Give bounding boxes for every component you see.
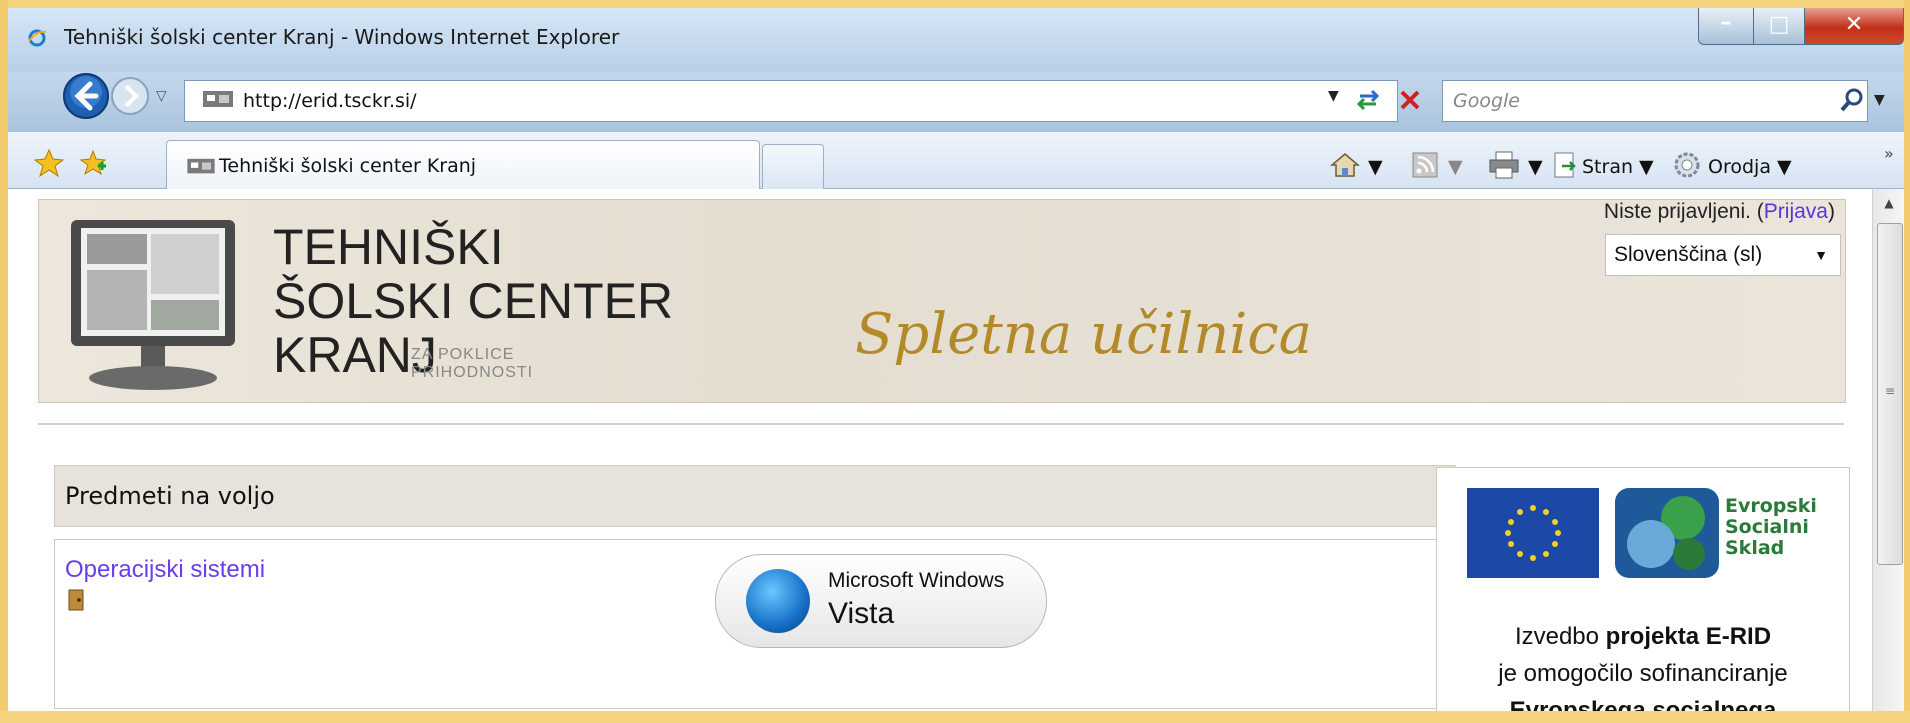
page-viewport: TEHNIŠKI ŠOLSKI CENTER KRANJ ZA POKLICE … [8,189,1872,711]
eu-flag-icon [1467,488,1599,578]
stop-icon[interactable] [1394,84,1426,116]
print-dropdown-icon[interactable]: ▼ [1528,156,1543,178]
scrollbar-thumb[interactable]: ≡ [1877,223,1903,565]
page-menu-button[interactable]: Stran ▼ [1582,156,1654,178]
login-status: Niste prijavljeni. (Prijava) [1604,200,1835,224]
feeds-icon[interactable] [1410,150,1440,180]
login-link[interactable]: Prijava [1764,200,1828,223]
funding-line-3: Evropskega socialnega [1509,697,1777,711]
ie-logo-icon [28,29,47,47]
esf-line-3: Sklad [1725,537,1785,559]
window-title: Tehniški šolski center Kranj - Windows I… [64,25,620,49]
back-button[interactable] [62,72,110,120]
logo-line-1: TEHNIŠKI [273,219,504,275]
language-selected: Slovenščina (sl) [1614,243,1763,266]
esf-line-2: Socialni [1725,516,1809,538]
tab-favicon-icon [187,158,215,174]
feeds-dropdown-icon[interactable]: ▼ [1448,156,1463,178]
funding-text: Izvedbo projekta E-RID je omogočilo sofi… [1437,618,1849,711]
courses-block-header: Predmeti na voljo [54,465,1456,527]
badge-line-2: Vista [828,597,895,630]
scrollbar-grip-icon: ≡ [1884,384,1896,398]
logo-tagline-1: ZA POKLICE [411,346,515,363]
funding-prefix: Izvedbo [1514,623,1606,650]
tab-label: Tehniški šolski center Kranj [219,155,477,177]
refresh-icon[interactable] [1352,84,1384,116]
site-title: Spletna učilnica [855,302,1312,367]
windows-vista-badge: Microsoft Windows Vista [715,554,1047,648]
print-icon[interactable] [1488,150,1520,180]
monitor-logo-image [71,220,235,390]
recent-pages-dropdown-icon[interactable]: ▽ [156,88,167,104]
address-dropdown-icon[interactable]: ▼ [1328,88,1339,104]
funding-line-2: je omogočilo sofinanciranje [1498,660,1788,687]
login-suffix: ) [1828,200,1835,223]
desktop-frame-left [0,0,8,723]
home-icon[interactable] [1330,150,1360,180]
new-tab-button[interactable] [762,144,824,189]
logo-tagline-2: PRIHODNOSTI [411,364,534,381]
tools-menu-label: Orodja [1708,156,1771,178]
vertical-scrollbar[interactable]: ▲ ≡ [1872,189,1904,711]
guest-access-icon [68,589,84,611]
site-header: TEHNIŠKI ŠOLSKI CENTER KRANJ ZA POKLICE … [38,199,1846,403]
badge-line-1: Microsoft Windows [828,569,1005,592]
favorites-star-icon[interactable] [34,148,64,178]
close-button[interactable]: ✕ [1804,8,1904,45]
close-icon: ✕ [1844,12,1864,37]
scroll-up-arrow-icon[interactable]: ▲ [1873,189,1904,217]
minimize-icon: – [1720,10,1732,35]
search-input[interactable]: Google [1442,80,1868,122]
site-favicon-icon [203,91,233,107]
funding-project-name: projekta E-RID [1605,623,1772,650]
chevron-down-icon: ▼ [1814,247,1828,263]
tab-current[interactable]: Tehniški šolski center Kranj [166,140,760,189]
forward-button[interactable] [110,76,150,116]
desktop-frame-bottom [0,711,1910,723]
page-menu-label: Stran [1582,156,1634,178]
courses-heading: Predmeti na voljo [65,482,275,510]
maximize-icon: □ [1768,12,1790,37]
more-commands-chevron-icon[interactable]: » [1884,144,1894,163]
maximize-button[interactable]: □ [1753,8,1805,45]
search-icon[interactable] [1838,86,1866,114]
esf-logo-icon [1615,488,1719,578]
desktop-frame-right [1904,0,1910,723]
logo-tagline: ZA POKLICE PRIHODNOSTI [411,346,533,382]
language-select[interactable]: Slovenščina (sl) ▼ [1605,234,1841,276]
desktop-frame-top [0,0,1910,8]
page-icon[interactable] [1552,150,1578,180]
course-link-operacijski-sistemi[interactable]: Operacijski sistemi [65,556,265,584]
tools-gear-icon[interactable] [1672,150,1702,180]
address-bar[interactable]: http://erid.tsckr.si/ [184,80,1398,122]
windows-logo-icon [746,569,810,633]
login-prefix: Niste prijavljeni. ( [1603,200,1764,223]
title-bar[interactable]: Tehniški šolski center Kranj - Windows I… [8,8,1904,72]
minimize-button[interactable]: – [1698,8,1754,45]
address-url[interactable]: http://erid.tsckr.si/ [243,90,417,112]
courses-list: Operacijski sistemi Microsoft Windows Vi… [54,539,1456,709]
search-options-dropdown-icon[interactable]: ▼ [1874,92,1885,108]
browser-window: Tehniški šolski center Kranj - Windows I… [8,8,1904,711]
tools-menu-button[interactable]: Orodja ▼ [1708,156,1792,178]
home-dropdown-icon[interactable]: ▼ [1368,156,1383,178]
add-favorite-icon[interactable] [78,148,108,178]
logo-line-2: ŠOLSKI CENTER [273,273,674,329]
header-divider [38,423,1844,425]
esf-line-1: Evropski [1725,495,1817,517]
funding-block: Evropski Socialni Sklad Izvedbo projekta… [1436,467,1850,711]
search-placeholder: Google [1453,90,1521,112]
esf-label: Evropski Socialni Sklad [1725,496,1817,559]
